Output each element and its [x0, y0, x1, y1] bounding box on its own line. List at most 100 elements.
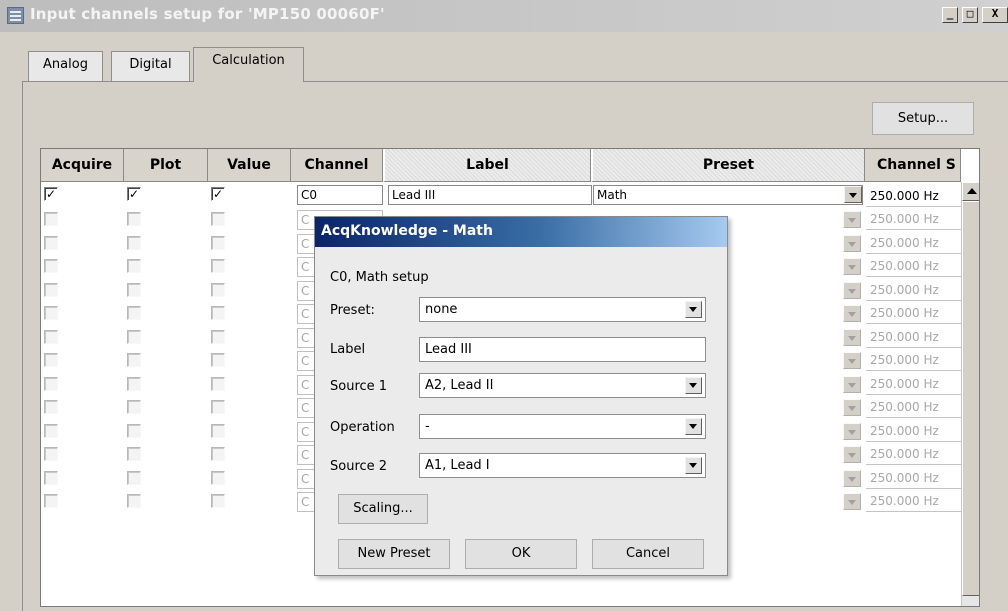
- sample-rate-cell[interactable]: 250.000 Hz: [866, 326, 961, 348]
- value-checkbox[interactable]: [211, 236, 225, 250]
- scrollbar-thumb[interactable]: [962, 201, 979, 596]
- acquire-checkbox[interactable]: [44, 330, 58, 344]
- column-header-plot[interactable]: Plot: [124, 149, 208, 182]
- acquire-checkbox[interactable]: [44, 447, 58, 461]
- column-header-preset[interactable]: Preset: [591, 149, 865, 182]
- source1-dropdown[interactable]: A2, Lead II: [419, 373, 706, 398]
- value-checkbox[interactable]: [211, 330, 225, 344]
- acquire-checkbox[interactable]: ✓: [44, 187, 58, 201]
- plot-checkbox[interactable]: [127, 353, 141, 367]
- app-icon[interactable]: [7, 7, 24, 24]
- sample-rate-cell[interactable]: 250.000 Hz: [866, 302, 961, 324]
- acquire-checkbox[interactable]: [44, 212, 58, 226]
- plot-checkbox[interactable]: [127, 447, 141, 461]
- acquire-checkbox[interactable]: [44, 377, 58, 391]
- ok-button[interactable]: OK: [465, 539, 577, 569]
- value-checkbox[interactable]: [211, 424, 225, 438]
- sample-rate-cell[interactable]: 250.000 Hz: [866, 208, 961, 230]
- chevron-down-icon[interactable]: [843, 305, 861, 322]
- sample-rate-cell[interactable]: 250.000 Hz: [866, 373, 961, 395]
- value-checkbox[interactable]: [211, 377, 225, 391]
- sample-rate-cell[interactable]: 250.000 Hz: [866, 396, 961, 418]
- maximize-button[interactable]: □: [962, 7, 978, 23]
- label-field[interactable]: Lead III: [388, 185, 592, 205]
- plot-checkbox[interactable]: [127, 330, 141, 344]
- source2-dropdown[interactable]: A1, Lead I: [419, 453, 706, 478]
- sample-rate-cell[interactable]: 250.000 Hz: [866, 185, 961, 207]
- dialog-title-bar[interactable]: AcqKnowledge - Math: [315, 217, 727, 247]
- chevron-down-icon[interactable]: [844, 186, 862, 203]
- column-header-label[interactable]: Label: [383, 149, 591, 182]
- chevron-down-icon[interactable]: [843, 235, 861, 252]
- chevron-down-icon[interactable]: [685, 301, 702, 318]
- plot-checkbox[interactable]: [127, 494, 141, 508]
- value-checkbox[interactable]: [211, 447, 225, 461]
- value-checkbox[interactable]: [211, 259, 225, 273]
- value-checkbox[interactable]: [211, 494, 225, 508]
- sample-rate-cell[interactable]: 250.000 Hz: [866, 467, 961, 489]
- column-header-channel[interactable]: Channel: [291, 149, 383, 182]
- close-button[interactable]: X: [982, 7, 1008, 23]
- acquire-checkbox[interactable]: [44, 236, 58, 250]
- chevron-down-icon[interactable]: [843, 352, 861, 369]
- plot-checkbox[interactable]: [127, 212, 141, 226]
- vertical-scrollbar[interactable]: [961, 182, 979, 606]
- scroll-up-arrow-icon[interactable]: [962, 182, 979, 201]
- tab-analog[interactable]: Analog: [28, 51, 103, 81]
- chevron-down-icon[interactable]: [685, 377, 702, 394]
- chevron-down-icon[interactable]: [843, 399, 861, 416]
- acquire-checkbox[interactable]: [44, 259, 58, 273]
- plot-checkbox[interactable]: ✓: [127, 187, 141, 201]
- operation-dropdown[interactable]: -: [419, 414, 706, 439]
- minimize-button[interactable]: _: [942, 7, 958, 23]
- value-checkbox[interactable]: [211, 353, 225, 367]
- scaling-button[interactable]: Scaling...: [338, 494, 428, 524]
- acquire-checkbox[interactable]: [44, 306, 58, 320]
- plot-checkbox[interactable]: [127, 236, 141, 250]
- chevron-down-icon[interactable]: [843, 493, 861, 510]
- preset-dropdown[interactable]: none: [419, 297, 706, 322]
- chevron-down-icon[interactable]: [843, 423, 861, 440]
- plot-checkbox[interactable]: [127, 471, 141, 485]
- acquire-checkbox[interactable]: [44, 400, 58, 414]
- column-header-acquire[interactable]: Acquire: [41, 149, 124, 182]
- sample-rate-cell[interactable]: 250.000 Hz: [866, 443, 961, 465]
- channel-field[interactable]: C0: [297, 185, 383, 205]
- sample-rate-cell[interactable]: 250.000 Hz: [866, 255, 961, 277]
- tab-digital[interactable]: Digital: [111, 51, 190, 81]
- window-title-bar[interactable]: Input channels setup for 'MP150 00060F' …: [0, 0, 1008, 32]
- chevron-down-icon[interactable]: [843, 470, 861, 487]
- plot-checkbox[interactable]: [127, 259, 141, 273]
- sample-rate-cell[interactable]: 250.000 Hz: [866, 279, 961, 301]
- chevron-down-icon[interactable]: [843, 282, 861, 299]
- plot-checkbox[interactable]: [127, 400, 141, 414]
- sample-rate-cell[interactable]: 250.000 Hz: [866, 232, 961, 254]
- plot-checkbox[interactable]: [127, 377, 141, 391]
- plot-checkbox[interactable]: [127, 283, 141, 297]
- column-header-value[interactable]: Value: [208, 149, 291, 182]
- chevron-down-icon[interactable]: [843, 329, 861, 346]
- value-checkbox[interactable]: [211, 212, 225, 226]
- chevron-down-icon[interactable]: [843, 446, 861, 463]
- value-checkbox[interactable]: [211, 283, 225, 297]
- column-header-channel-sample-rate[interactable]: Channel S: [865, 149, 961, 182]
- cancel-button[interactable]: Cancel: [592, 539, 704, 569]
- acquire-checkbox[interactable]: [44, 471, 58, 485]
- label-input[interactable]: Lead III: [419, 337, 706, 362]
- acquire-checkbox[interactable]: [44, 283, 58, 297]
- preset-select[interactable]: Math: [593, 185, 863, 205]
- value-checkbox[interactable]: [211, 306, 225, 320]
- sample-rate-cell[interactable]: 250.000 Hz: [866, 490, 961, 512]
- acquire-checkbox[interactable]: [44, 494, 58, 508]
- value-checkbox[interactable]: ✓: [211, 187, 225, 201]
- sample-rate-cell[interactable]: 250.000 Hz: [866, 349, 961, 371]
- chevron-down-icon[interactable]: [843, 376, 861, 393]
- plot-checkbox[interactable]: [127, 424, 141, 438]
- chevron-down-icon[interactable]: [843, 258, 861, 275]
- setup-button[interactable]: Setup...: [872, 102, 974, 135]
- sample-rate-cell[interactable]: 250.000 Hz: [866, 420, 961, 442]
- chevron-down-icon[interactable]: [843, 211, 861, 228]
- tab-calculation[interactable]: Calculation: [193, 47, 304, 82]
- value-checkbox[interactable]: [211, 400, 225, 414]
- plot-checkbox[interactable]: [127, 306, 141, 320]
